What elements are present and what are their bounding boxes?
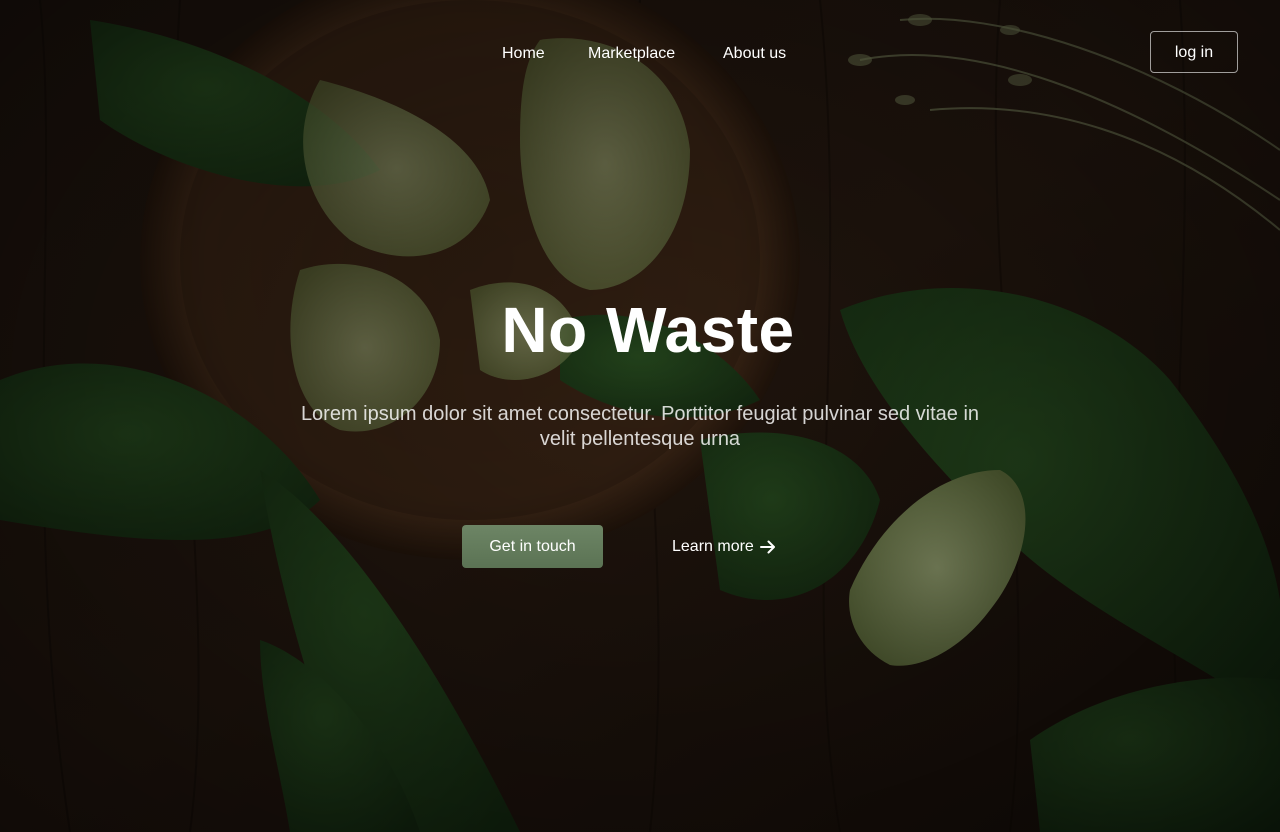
arrow-right-icon — [759, 540, 775, 554]
hero-subtitle: Lorem ipsum dolor sit amet consectetur. … — [300, 403, 980, 450]
nav-link-marketplace[interactable]: Marketplace — [588, 43, 675, 65]
learn-more-link[interactable]: Learn more — [672, 536, 777, 558]
get-in-touch-button[interactable]: Get in touch — [462, 525, 603, 568]
nav-link-home[interactable]: Home — [502, 43, 545, 65]
learn-more-label: Learn more — [672, 538, 754, 555]
top-navigation: Home Marketplace About us — [0, 43, 1280, 65]
hero-title: No Waste — [501, 294, 795, 366]
nav-link-about-us[interactable]: About us — [723, 43, 786, 65]
login-button[interactable]: log in — [1150, 31, 1238, 73]
